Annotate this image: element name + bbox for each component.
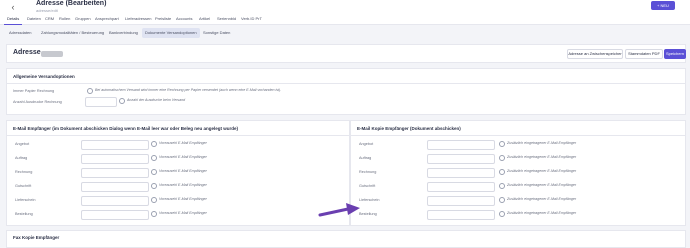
page-title-card: Adresse Adresse an Zwischenspeicher Stam…: [6, 44, 686, 63]
email-purchase-order-checkbox[interactable]: [151, 211, 157, 217]
email-delivery-note-input[interactable]: [81, 196, 149, 206]
tab-adressdaten[interactable]: Adressdaten: [6, 28, 34, 38]
section-title: Allgemeine Versandoptionen: [13, 74, 75, 79]
page-header-subtitle: adresse/edit: [36, 8, 58, 13]
cc-invoice-input[interactable]: [427, 168, 495, 178]
field-label: Auftrag: [359, 156, 372, 160]
cc-delivery-note-checkbox[interactable]: [499, 197, 505, 203]
nav-item-ansprechpartner[interactable]: Ansprechpart: [92, 14, 122, 24]
field-hint: Bei automatischem Versand wird immer ein…: [95, 88, 282, 92]
cc-order-input[interactable]: [427, 154, 495, 164]
divider: [7, 135, 349, 136]
nav-item-crm[interactable]: CRM: [42, 14, 57, 24]
nav-item-dateien[interactable]: Dateien: [24, 14, 44, 24]
email-offer-checkbox[interactable]: [151, 141, 157, 147]
email-delivery-note-checkbox[interactable]: [151, 197, 157, 203]
field-hint: Zusätzlich eingetragener E-Mail Empfänge…: [507, 155, 577, 159]
nav-item-artikel[interactable]: Artikel: [196, 14, 213, 24]
field-label: Anzahl Ausdrucke Rechnung: [13, 100, 62, 104]
new-button[interactable]: + NEU: [651, 1, 675, 10]
field-hint: Voreausehl E-Mail Empfänger: [159, 197, 207, 201]
page-title: Adresse: [13, 49, 41, 56]
tab-dokumente-versandoptionen[interactable]: Dokumente Versandoptionen: [142, 28, 200, 38]
nav-item-preisliste[interactable]: Preisliste: [152, 14, 174, 24]
page-header-title: Adresse (Bearbeiten): [36, 0, 107, 7]
cc-order-checkbox[interactable]: [499, 155, 505, 161]
cc-invoice-checkbox[interactable]: [499, 169, 505, 175]
email-order-input[interactable]: [81, 154, 149, 164]
tab-zahlungsmodalitaeten[interactable]: Zahlungsmodalitäten / Besteuerung: [38, 28, 107, 38]
field-label: Lieferschein: [359, 198, 380, 202]
email-invoice-input[interactable]: [81, 168, 149, 178]
redacted-name: [41, 51, 63, 57]
field-label: Gutschrift: [359, 184, 376, 188]
cc-offer-input[interactable]: [427, 140, 495, 150]
nav-item-lieferadressen[interactable]: Lieferadressen: [122, 14, 154, 24]
sub-tabs: Adressdaten Zahlungsmodalitäten / Besteu…: [0, 28, 690, 39]
email-recipients-card: E-Mail Empfänger (im Dokument abschicken…: [6, 120, 350, 226]
master-data-pdf-button[interactable]: Stammdaten PDF: [625, 49, 663, 59]
field-label: Immer Papier Rechnung: [13, 89, 55, 93]
field-label: Rechnung: [359, 170, 377, 174]
nav-item-accounts[interactable]: Accounts: [173, 14, 195, 24]
field-label: Auftrag: [15, 156, 28, 160]
nav-item-gruppen[interactable]: Gruppen: [72, 14, 94, 24]
nav-item-rollen[interactable]: Rollen: [56, 14, 73, 24]
field-label: Bestellung: [15, 212, 33, 216]
cc-purchase-order-checkbox[interactable]: [499, 211, 505, 217]
field-label: Rechnung: [15, 170, 33, 174]
field-hint: Voreausehl E-Mail Empfänger: [159, 155, 207, 159]
invoice-print-count-input[interactable]: [85, 97, 117, 107]
save-button[interactable]: Speichern: [664, 49, 686, 59]
field-label: Lieferschein: [15, 198, 36, 202]
fax-copy-recipients-card: Fax Kopie Empfänger: [6, 230, 686, 248]
annotation-arrow-icon: [318, 203, 360, 217]
tab-bankverbindung[interactable]: Bankverbindung: [106, 28, 141, 38]
section-title: Fax Kopie Empfänger: [13, 235, 60, 240]
general-shipping-options-card: Allgemeine Versandoptionen Immer Papier …: [6, 68, 686, 115]
main-nav: Details Dateien CRM Rollen Gruppen Anspr…: [0, 14, 690, 25]
cc-delivery-note-input[interactable]: [427, 196, 495, 206]
back-arrow-icon[interactable]: ‹: [6, 2, 20, 12]
cc-credit-note-input[interactable]: [427, 182, 495, 192]
field-hint: Zusätzlich eingetragener E-Mail Empfänge…: [507, 141, 577, 145]
email-purchase-order-input[interactable]: [81, 210, 149, 220]
field-label: Gutschrift: [15, 184, 32, 188]
field-hint: Zusätzlich eingetragener E-Mail Empfänge…: [507, 211, 577, 215]
field-hint: Voreausehl E-Mail Empfänger: [159, 183, 207, 187]
nav-item-verbandsinfo[interactable]: Verb.ID PrT: [238, 14, 265, 24]
section-title: E-Mail Empfänger (im Dokument abschicken…: [13, 126, 239, 131]
field-hint: Zusätzlich eingetragener E-Mail Empfänge…: [507, 169, 577, 173]
email-invoice-checkbox[interactable]: [151, 169, 157, 175]
copy-to-clipboard-button[interactable]: Adresse an Zwischenspeicher: [567, 49, 623, 59]
tab-sonstige-daten[interactable]: Sonstige Daten: [200, 28, 233, 38]
field-hint: Anzahl der Ausdrucke beim Versand: [127, 98, 186, 102]
email-credit-note-input[interactable]: [81, 182, 149, 192]
email-order-checkbox[interactable]: [151, 155, 157, 161]
field-hint: Voreausehl E-Mail Empfänger: [159, 211, 207, 215]
email-offer-input[interactable]: [81, 140, 149, 150]
field-hint: Zusätzlich eingetragener E-Mail Empfänge…: [507, 183, 577, 187]
divider: [7, 83, 685, 84]
print-count-hint-icon: [119, 98, 125, 104]
cc-offer-checkbox[interactable]: [499, 141, 505, 147]
field-hint: Voreausehl E-Mail Empfänger: [159, 169, 207, 173]
nav-item-details[interactable]: Details: [4, 14, 23, 25]
paper-invoice-checkbox[interactable]: [87, 88, 93, 94]
field-hint: Voreausehl E-Mail Empfänger: [159, 141, 207, 145]
field-hint: Zusätzlich eingetragener E-Mail Empfänge…: [507, 197, 577, 201]
field-label: Angebot: [359, 142, 374, 146]
cc-purchase-order-input[interactable]: [427, 210, 495, 220]
email-copy-recipients-card: E-Mail Kopie Empfänger (Dokument abschic…: [350, 120, 686, 226]
email-credit-note-checkbox[interactable]: [151, 183, 157, 189]
field-label: Angebot: [15, 142, 30, 146]
divider: [351, 135, 685, 136]
app-header: ‹ Adresse (Bearbeiten) adresse/edit + NE…: [0, 0, 690, 14]
cc-credit-note-checkbox[interactable]: [499, 183, 505, 189]
nav-item-seriennummern[interactable]: Seriennbld: [214, 14, 239, 24]
section-title: E-Mail Kopie Empfänger (Dokument abschic…: [357, 126, 461, 131]
